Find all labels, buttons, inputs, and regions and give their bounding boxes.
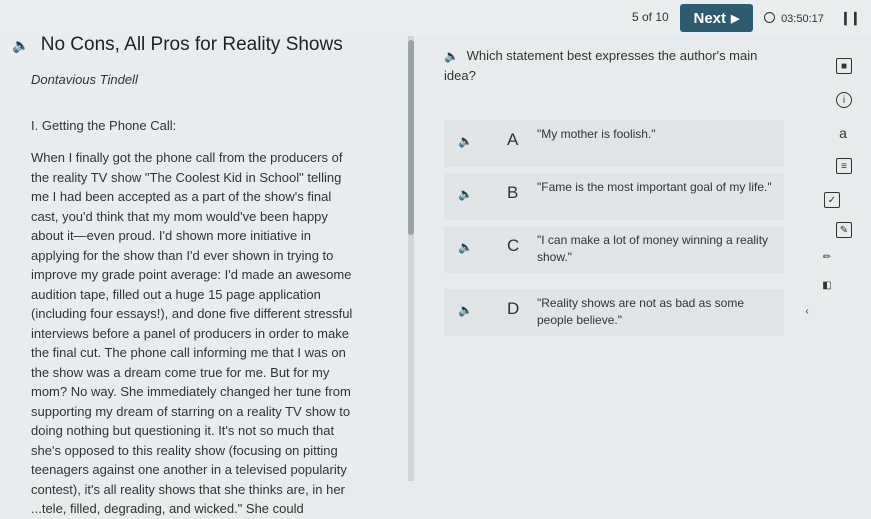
question-pane: 🔈 Which statement best expresses the aut… xyxy=(414,36,814,481)
answer-option-b[interactable]: 🔈 B "Fame is the most important goal of … xyxy=(444,173,784,220)
passage-title: 🔈 No Cons, All Pros for Reality Shows xyxy=(12,34,343,56)
speaker-icon[interactable]: 🔈 xyxy=(12,37,29,54)
top-bar: 5 of 10 Next ▶ 03:50:17 ❙❙ xyxy=(0,0,871,36)
passage-line: (including four essays!), and done five … xyxy=(31,306,353,321)
progress-counter: 5 of 10 xyxy=(632,10,669,24)
passage-line: audition tape, filled out a huge 15 page… xyxy=(31,286,321,302)
passage-paragraph: When I finally got the phone call from t… xyxy=(31,148,401,519)
option-text: "Fame is the most important goal of my l… xyxy=(537,180,772,194)
passage-line: cast, you'd think that my mom would've b… xyxy=(31,208,328,224)
passage-line: improve my grade point average: I'd made… xyxy=(31,267,352,282)
section-heading: I. Getting the Phone Call: xyxy=(31,118,177,133)
passage-line: When I finally got the phone call from t… xyxy=(31,150,343,165)
calculator-icon[interactable]: ≡ xyxy=(836,158,852,174)
next-label: Next xyxy=(693,9,727,27)
passage-line: the reality TV show "The Coolest Kid in … xyxy=(31,169,342,185)
answer-option-d[interactable]: 🔈 D "Reality shows are not as bad as som… xyxy=(444,289,784,336)
option-text: "Reality shows are not as bad as some pe… xyxy=(537,296,745,327)
timer-value: 03:50:17 xyxy=(781,13,824,25)
passage-title-text: No Cons, All Pros for Reality Shows xyxy=(40,34,343,55)
option-letter: C xyxy=(507,236,520,255)
bookmark-icon[interactable]: ■ xyxy=(836,58,852,74)
timer: 03:50:17 xyxy=(764,12,824,25)
passage-line: interviews before a panel of producers i… xyxy=(31,325,349,341)
speaker-icon[interactable]: 🔈 xyxy=(458,303,473,317)
option-letter: A xyxy=(507,130,519,149)
passage-line: teenagers against one another in a telev… xyxy=(31,462,347,477)
speaker-icon[interactable]: 🔈 xyxy=(458,240,473,254)
passage-author: Dontavious Tindell xyxy=(31,72,138,87)
speaker-icon[interactable]: 🔈 xyxy=(444,46,459,66)
answer-option-a[interactable]: 🔈 A "My mother is foolish." xyxy=(444,120,784,167)
passage-line: mom? No way. She immediately changed her… xyxy=(31,384,351,399)
passage-line: me I had been accepted as a part of the … xyxy=(31,189,332,204)
tools-sidebar: ■ i a ≡ ✓ ✎ ✏ ◧ ‹ xyxy=(805,54,871,334)
info-icon[interactable]: i xyxy=(836,92,852,108)
speaker-icon[interactable]: 🔈 xyxy=(458,134,473,148)
passage-line: doing nothing but questioning it. It's n… xyxy=(31,423,335,438)
highlighter-icon[interactable]: ✏ xyxy=(820,250,834,264)
passage-line: about it—even proud. I'd shown more init… xyxy=(31,228,311,243)
collapse-icon[interactable]: ‹ xyxy=(800,304,814,318)
passage-line: ...tele, filled, degrading, and wicked."… xyxy=(31,501,304,516)
passage-line: she's opposed to this reality show (focu… xyxy=(31,442,338,458)
text-size-icon[interactable]: a xyxy=(836,125,850,141)
speaker-icon[interactable]: 🔈 xyxy=(458,187,473,201)
question-stem: 🔈 Which statement best expresses the aut… xyxy=(444,46,789,86)
clock-icon xyxy=(764,12,775,23)
triangle-right-icon: ▶ xyxy=(731,12,740,25)
eraser-icon[interactable]: ◧ xyxy=(820,278,834,292)
option-text: "I can make a lot of money winning a rea… xyxy=(537,233,769,264)
passage-line: contest), it's all reality shows that sh… xyxy=(31,481,345,497)
pause-icon[interactable]: ❙❙ xyxy=(840,10,861,26)
passage-line: the show was a dream come true for me. B… xyxy=(31,364,330,380)
question-text: Which statement best expresses the autho… xyxy=(444,48,758,83)
passage-line: the final cut. The phone call informing … xyxy=(31,345,346,360)
passage-line: applying for the show than I'd ever show… xyxy=(31,247,334,263)
option-letter: D xyxy=(507,299,520,318)
passage-line: supporting my dream of starring on a rea… xyxy=(31,403,351,419)
option-text: "My mother is foolish." xyxy=(537,127,656,141)
next-button[interactable]: Next ▶ xyxy=(680,4,753,32)
notes-icon[interactable]: ✎ xyxy=(836,222,852,238)
answer-option-c[interactable]: 🔈 C "I can make a lot of money winning a… xyxy=(444,226,784,273)
option-letter: B xyxy=(507,183,519,202)
eliminator-icon[interactable]: ✓ xyxy=(824,192,840,208)
